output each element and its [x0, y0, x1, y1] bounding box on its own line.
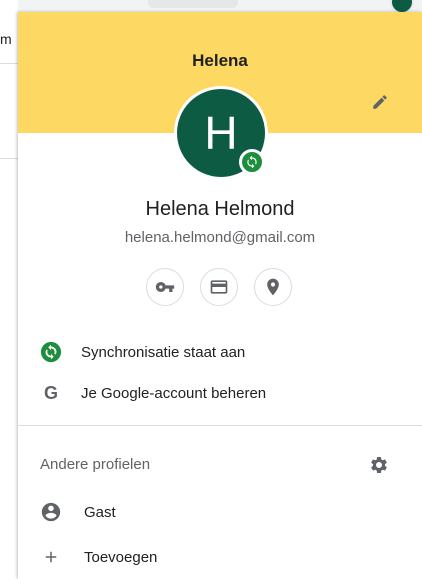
profile-full-name: Helena Helmond	[145, 198, 295, 220]
account-circle-icon	[41, 502, 61, 522]
plus-icon	[40, 546, 62, 568]
location-pin-icon	[267, 278, 279, 296]
manage-google-account-label: Je Google-account beheren	[81, 384, 267, 402]
pencil-icon	[373, 95, 387, 109]
section-divider	[18, 425, 422, 426]
profile-header-title: Helena	[192, 51, 248, 70]
sync-status-label: Synchronisatie staat aan	[81, 343, 246, 361]
google-g-letter: G	[43, 382, 58, 403]
gear-icon	[371, 456, 387, 473]
other-profiles-heading: Andere profielen	[40, 456, 151, 473]
key-icon	[155, 282, 175, 292]
sync-circle-icon	[40, 341, 62, 363]
browser-toolbar-strip	[18, 0, 422, 14]
profile-menu-panel: Helena H Helena Helmond helena.helmond@g…	[18, 12, 422, 579]
sync-icon	[247, 155, 257, 169]
background-divider	[0, 158, 18, 159]
toolbar-tab-shape	[148, 0, 238, 8]
payment-methods-button[interactable]	[200, 268, 238, 306]
edit-profile-button[interactable]	[366, 88, 394, 116]
browser-background: m	[0, 0, 18, 579]
credit-card-icon	[210, 280, 228, 294]
sync-status-item[interactable]: Synchronisatie staat aan	[18, 334, 422, 370]
background-divider	[0, 63, 18, 64]
add-icon	[45, 551, 57, 563]
profile-email: helena.helmond@gmail.com	[124, 229, 316, 246]
avatar-letter: H	[204, 107, 238, 159]
google-g-icon: G	[40, 382, 62, 404]
manage-google-account-item[interactable]: G Je Google-account beheren	[18, 375, 422, 411]
add-profile-item[interactable]: Toevoegen	[18, 539, 422, 575]
guest-avatar-icon	[40, 501, 62, 523]
sync-badge	[239, 149, 265, 175]
guest-label: Gast	[84, 503, 116, 521]
passwords-button[interactable]	[146, 268, 184, 306]
manage-profiles-button[interactable]	[366, 452, 392, 478]
add-profile-label: Toevoegen	[84, 548, 158, 566]
sync-status-icon	[40, 341, 62, 363]
addresses-button[interactable]	[254, 268, 292, 306]
profile-avatar-wrapper: H	[174, 86, 268, 180]
background-text-fragment: m	[0, 31, 12, 47]
guest-profile-item[interactable]: Gast	[18, 494, 422, 530]
